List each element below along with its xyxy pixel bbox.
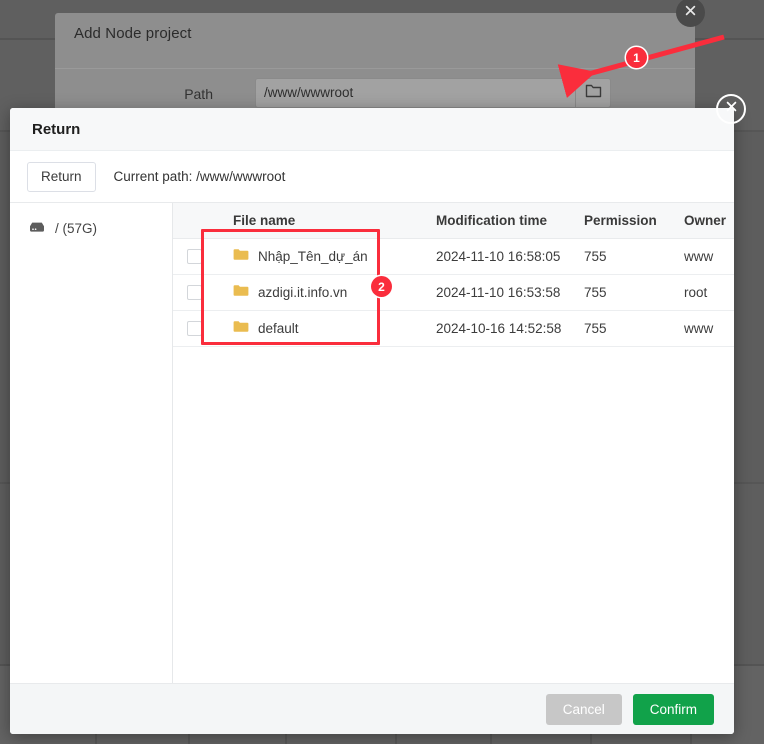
row-permission: 755 [584, 238, 684, 275]
row-owner: www [684, 238, 734, 275]
file-browser-footer: Cancel Confirm [10, 683, 734, 734]
row-select-cell [173, 274, 221, 311]
file-table: File name Modification time Permission O… [173, 203, 734, 347]
row-modification-time: 2024-11-10 16:58:05 [436, 238, 584, 275]
row-file-name-cell: Nhập_Tên_dự_án [221, 238, 436, 275]
file-table-header-row: File name Modification time Permission O… [173, 203, 734, 239]
column-header-permission[interactable]: Permission [584, 203, 684, 239]
row-owner: www [684, 310, 734, 347]
file-name-label: default [258, 320, 299, 336]
folder-icon [233, 284, 249, 300]
cancel-button[interactable]: Cancel [545, 693, 622, 725]
file-browser-toolbar: Return Current path: /www/wwwroot [10, 151, 734, 203]
column-header-file-name[interactable]: File name [221, 203, 436, 239]
row-permission: 755 [584, 274, 684, 311]
return-button[interactable]: Return [27, 161, 96, 192]
folder-icon [233, 320, 249, 336]
row-checkbox[interactable] [187, 248, 202, 264]
close-icon [683, 3, 698, 23]
file-name-label: Nhập_Tên_dự_án [258, 248, 368, 264]
screen: Add Node project Path /www/wwwroot Retur… [0, 0, 764, 744]
file-browser-body: / (57G) File name Modification time Perm… [10, 203, 734, 683]
table-row[interactable]: default 2024-10-16 14:52:58 755 www [173, 310, 734, 347]
table-row[interactable]: Nhập_Tên_dự_án 2024-11-10 16:58:05 755 w… [173, 238, 734, 275]
path-field-group [255, 78, 611, 108]
row-select-cell [173, 238, 221, 275]
column-header-owner[interactable]: Owner [684, 203, 734, 239]
row-checkbox[interactable] [187, 284, 202, 300]
row-owner: root [684, 274, 734, 311]
row-checkbox[interactable] [187, 320, 202, 336]
dialog-header-divider [55, 68, 695, 69]
row-file-name-cell: azdigi.it.info.vn [221, 274, 436, 311]
path-field-label: Path [184, 86, 213, 102]
file-browser-header: Return [10, 108, 734, 151]
row-select-cell [173, 310, 221, 347]
folder-icon [233, 248, 249, 264]
sidebar-item-root-disk[interactable]: / (57G) [10, 217, 172, 240]
confirm-button[interactable]: Confirm [632, 693, 714, 725]
file-browser-title: Return [32, 120, 81, 138]
column-header-select [173, 203, 221, 239]
row-modification-time: 2024-11-10 16:53:58 [436, 274, 584, 311]
sidebar-item-label: / (57G) [55, 221, 98, 236]
file-browser-sidebar: / (57G) [10, 203, 173, 683]
row-modification-time: 2024-10-16 14:52:58 [436, 310, 584, 347]
table-row[interactable]: azdigi.it.info.vn 2024-11-10 16:53:58 75… [173, 274, 734, 311]
close-icon [724, 99, 739, 119]
row-file-name-cell: default [221, 310, 436, 347]
file-list-panel: File name Modification time Permission O… [173, 203, 734, 683]
path-input[interactable] [255, 78, 575, 108]
column-header-modification-time[interactable]: Modification time [436, 203, 584, 239]
current-path-label: Current path: /www/wwwroot [113, 169, 286, 184]
disk-icon [28, 221, 46, 236]
folder-icon [585, 83, 602, 103]
row-permission: 755 [584, 310, 684, 347]
browse-folder-button[interactable] [575, 78, 611, 108]
file-browser-close-button[interactable] [716, 94, 746, 124]
add-node-dialog-title: Add Node project [74, 25, 192, 42]
file-browser-dialog: Return Return Current path: /www/wwwroot… [10, 108, 734, 734]
file-name-label: azdigi.it.info.vn [258, 284, 348, 300]
